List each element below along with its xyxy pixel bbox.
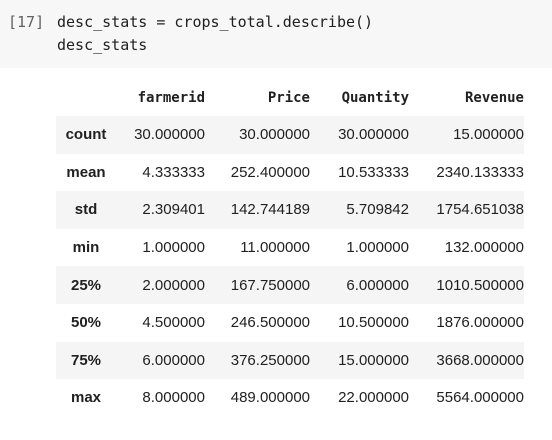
index-header — [56, 79, 116, 116]
table-cell: 252.400000 — [230, 163, 310, 181]
table-row: count 30.000000 30.000000 30.000000 15.00000… — [56, 116, 524, 154]
table-row: min 1.000000 11.000000 1.000000 132.000000 — [56, 228, 524, 267]
table-cell: 489.000000 — [230, 389, 310, 407]
table-cell: 1.000000 — [142, 239, 205, 257]
row-index-label: mean — [66, 163, 106, 181]
row-index-label: 75% — [70, 351, 102, 369]
notebook-page: [17] desc_stats = crops_total.describe()… — [0, 0, 552, 440]
table-cell: 8.000000 — [142, 389, 205, 407]
code-editor[interactable]: desc_stats = crops_total.describe() desc_… — [57, 11, 373, 57]
table-cell: 4.500000 — [142, 314, 205, 332]
table-cell: 1.000000 — [346, 239, 409, 257]
table-cell: 2340.133333 — [436, 163, 524, 181]
table-cell: 5564.000000 — [436, 389, 524, 407]
code-cell[interactable]: [17] desc_stats = crops_total.describe()… — [0, 0, 552, 68]
table-row: 50% 4.500000 246.500000 10.500000 1876.00000… — [56, 303, 524, 342]
table-cell: 376.250000 — [230, 351, 310, 369]
column-header-farmerid: farmerid — [137, 89, 205, 106]
table-cell: 1876.000000 — [436, 314, 524, 332]
table-cell: 3668.000000 — [436, 351, 524, 369]
table-cell: 30.000000 — [239, 126, 310, 144]
table-row: std 2.309401 142.744189 5.709842 1754.651038 — [56, 191, 524, 229]
table-row: 75% 6.000000 376.250000 15.000000 3668.00000… — [56, 341, 524, 380]
table-cell: 11.000000 — [240, 239, 310, 257]
row-index-label: count — [65, 126, 107, 144]
table-cell: 6.000000 — [142, 351, 205, 369]
table-cell: 1010.500000 — [436, 276, 524, 294]
table-row: 25% 2.000000 167.750000 6.000000 1010.500000 — [56, 266, 524, 304]
table-cell: 4.333333 — [142, 163, 205, 181]
table-cell: 10.533333 — [338, 163, 409, 181]
describe-output-table: farmerid Price Quantity Revenue count 30.… — [56, 79, 524, 417]
row-index-label: max — [70, 389, 102, 407]
table-cell: 2.309401 — [142, 201, 205, 219]
row-index-label: std — [74, 201, 98, 219]
table-header-row: farmerid Price Quantity Revenue — [56, 79, 524, 116]
table-cell: 1754.651038 — [436, 201, 524, 219]
execution-count: [17] — [8, 13, 45, 31]
column-header-quantity: Quantity — [341, 89, 409, 106]
row-index-label: 25% — [70, 276, 102, 294]
table-cell: 15.000000 — [453, 126, 524, 144]
table-cell: 6.000000 — [346, 276, 409, 294]
row-index-label: 50% — [70, 314, 102, 332]
table-row: mean 4.333333 252.400000 10.533333 2340.1333… — [56, 153, 524, 192]
table-cell: 15.000000 — [338, 351, 409, 369]
table-cell: 132.000000 — [444, 239, 524, 257]
table-cell: 30.000000 — [134, 126, 205, 144]
table-cell: 142.744189 — [230, 201, 310, 219]
table-cell: 246.500000 — [230, 314, 310, 332]
table-cell: 167.750000 — [230, 276, 310, 294]
table-cell: 2.000000 — [142, 276, 205, 294]
table-cell: 10.500000 — [338, 314, 409, 332]
table-cell: 5.709842 — [346, 201, 409, 219]
code-line: desc_stats = crops_total.describe() — [57, 13, 374, 31]
row-index-label: min — [72, 239, 100, 257]
table-cell: 22.000000 — [338, 389, 409, 407]
column-header-price: Price — [267, 89, 310, 106]
code-line: desc_stats — [57, 36, 148, 54]
table-cell: 30.000000 — [338, 126, 409, 144]
column-header-revenue: Revenue — [464, 89, 524, 106]
table-row: max 8.000000 489.000000 22.000000 5564.00000… — [56, 379, 524, 417]
